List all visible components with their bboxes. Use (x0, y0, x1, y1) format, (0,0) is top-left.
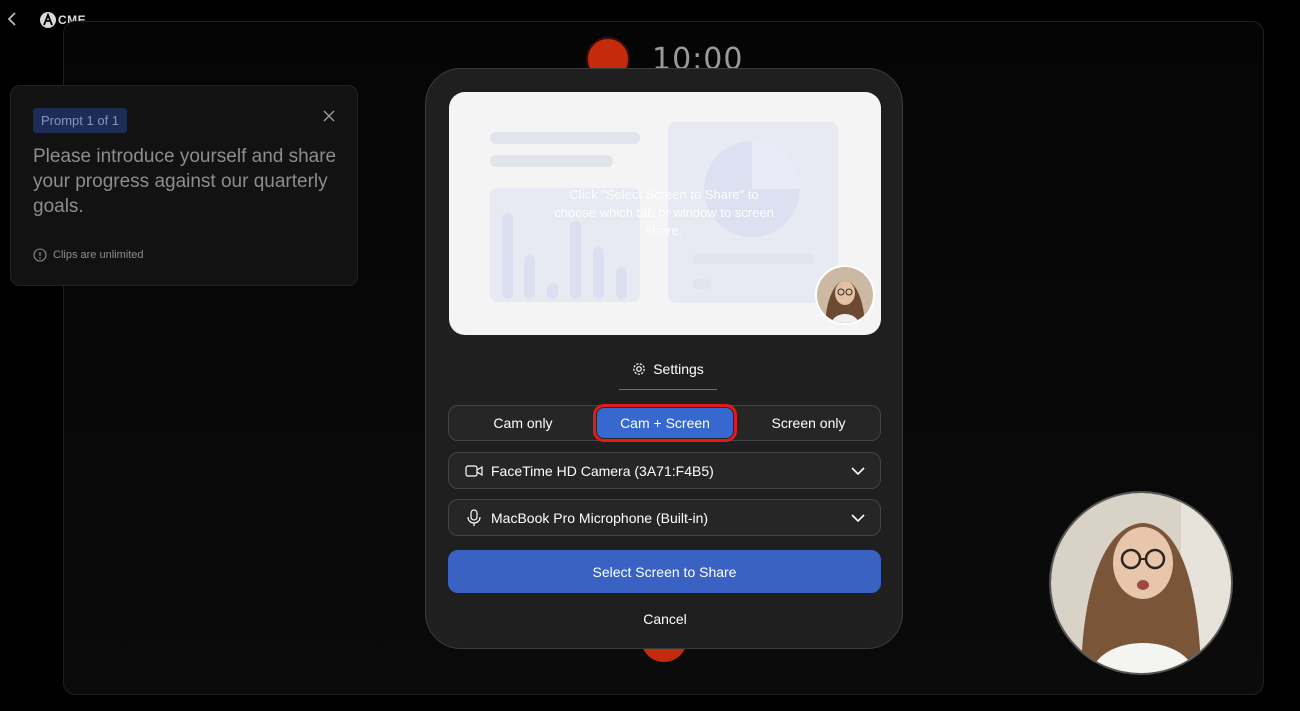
info-icon (33, 248, 47, 262)
illustration-bar (547, 283, 558, 299)
video-camera-icon (465, 463, 483, 479)
screen-preview: Click "Select Screen to Share" to choose… (449, 92, 881, 335)
illustration-line (692, 279, 712, 289)
illustration-line (490, 155, 613, 167)
chevron-down-icon (851, 467, 865, 476)
prompt-card: Prompt 1 of 1 Please introduce yourself … (10, 85, 358, 286)
mode-screen-only-button[interactable]: Screen only (737, 406, 880, 440)
camera-bubble[interactable] (1049, 491, 1233, 675)
logo-mark-icon (40, 12, 56, 28)
chevron-down-icon (851, 514, 865, 523)
illustration-line (490, 132, 640, 144)
illustration-bar (502, 213, 513, 299)
camera-feed-avatar (1051, 493, 1231, 673)
prompt-badge: Prompt 1 of 1 (33, 108, 128, 133)
camera-pip-avatar (815, 265, 875, 325)
mode-cam-only-button[interactable]: Cam only (449, 406, 597, 440)
microphone-select-value: MacBook Pro Microphone (Built-in) (491, 509, 709, 526)
tab-settings[interactable]: Settings (619, 349, 717, 390)
illustration-bar (593, 247, 604, 299)
gear-icon (633, 363, 646, 375)
prompt-close-button[interactable] (322, 109, 336, 123)
camera-select-value: FaceTime HD Camera (3A71:F4B5) (491, 462, 714, 479)
capture-mode-group: Cam only Cam + Screen Screen only (448, 404, 881, 442)
mode-cam-screen-button[interactable]: Cam + Screen (593, 404, 737, 442)
microphone-select[interactable]: MacBook Pro Microphone (Built-in) (448, 499, 881, 536)
tab-settings-label: Settings (653, 361, 704, 377)
camera-select[interactable]: FaceTime HD Camera (3A71:F4B5) (448, 452, 881, 489)
chevron-left-icon (7, 12, 16, 26)
preview-hint: Click "Select Screen to Share" to choose… (554, 187, 774, 238)
select-screen-button[interactable]: Select Screen to Share (448, 550, 881, 593)
illustration-bar (524, 255, 535, 299)
prompt-footer: Clips are unlimited (33, 248, 143, 262)
close-icon (323, 110, 335, 122)
illustration-bar (616, 267, 627, 299)
prompt-text: Please introduce yourself and share your… (33, 146, 337, 217)
cancel-button[interactable]: Cancel (615, 607, 715, 631)
screen-share-modal: Click "Select Screen to Share" to choose… (425, 68, 903, 649)
microphone-icon (465, 508, 483, 526)
illustration-line (692, 254, 814, 264)
prompt-footer-text: Clips are unlimited (53, 249, 144, 261)
back-button[interactable] (4, 10, 22, 28)
